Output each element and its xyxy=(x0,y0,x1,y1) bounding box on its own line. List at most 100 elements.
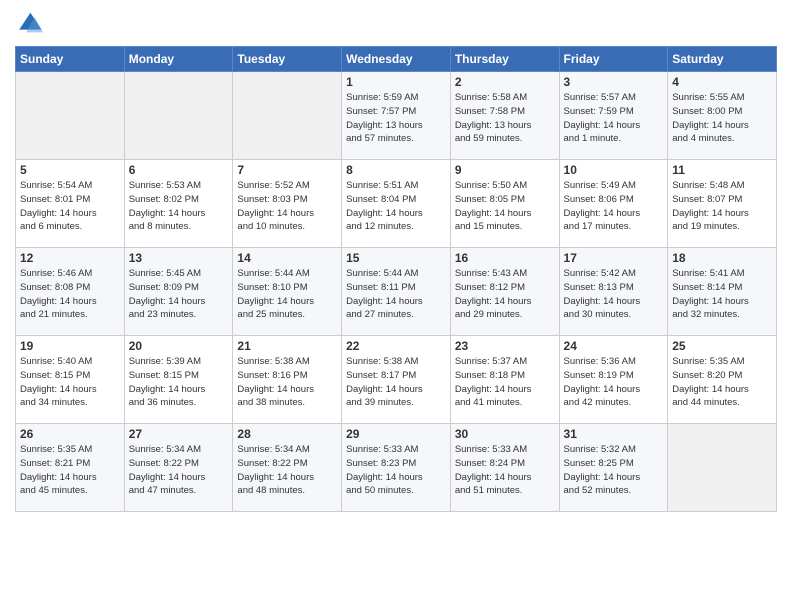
calendar: SundayMondayTuesdayWednesdayThursdayFrid… xyxy=(15,46,777,512)
calendar-cell: 28 Sunrise: 5:34 AM Sunset: 8:22 PM Dayli… xyxy=(233,424,342,512)
calendar-week: 5 Sunrise: 5:54 AM Sunset: 8:01 PM Daylig… xyxy=(16,160,777,248)
calendar-cell xyxy=(124,72,233,160)
calendar-cell: 14 Sunrise: 5:44 AM Sunset: 8:10 PM Dayli… xyxy=(233,248,342,336)
calendar-cell: 20 Sunrise: 5:39 AM Sunset: 8:15 PM Dayli… xyxy=(124,336,233,424)
day-number: 9 xyxy=(455,163,555,177)
day-info: Sunrise: 5:44 AM Sunset: 8:10 PM Dayligh… xyxy=(237,267,337,322)
day-info: Sunrise: 5:45 AM Sunset: 8:09 PM Dayligh… xyxy=(129,267,229,322)
logo xyxy=(15,10,47,38)
day-info: Sunrise: 5:50 AM Sunset: 8:05 PM Dayligh… xyxy=(455,179,555,234)
day-number: 14 xyxy=(237,251,337,265)
day-number: 11 xyxy=(672,163,772,177)
calendar-cell: 2 Sunrise: 5:58 AM Sunset: 7:58 PM Daylig… xyxy=(450,72,559,160)
calendar-cell: 13 Sunrise: 5:45 AM Sunset: 8:09 PM Dayli… xyxy=(124,248,233,336)
weekday-header: Wednesday xyxy=(342,47,451,72)
calendar-week: 19 Sunrise: 5:40 AM Sunset: 8:15 PM Dayli… xyxy=(16,336,777,424)
calendar-week: 1 Sunrise: 5:59 AM Sunset: 7:57 PM Daylig… xyxy=(16,72,777,160)
calendar-week: 12 Sunrise: 5:46 AM Sunset: 8:08 PM Dayli… xyxy=(16,248,777,336)
calendar-cell: 21Sunrise: 5:38 AM Sunset: 8:16 PM Dayli… xyxy=(233,336,342,424)
day-info: Sunrise: 5:57 AM Sunset: 7:59 PM Dayligh… xyxy=(564,91,664,146)
day-info: Sunrise: 5:46 AM Sunset: 8:08 PM Dayligh… xyxy=(20,267,120,322)
calendar-cell: 23 Sunrise: 5:37 AM Sunset: 8:18 PM Dayli… xyxy=(450,336,559,424)
calendar-cell: 18Sunrise: 5:41 AM Sunset: 8:14 PM Dayli… xyxy=(668,248,777,336)
calendar-cell: 12 Sunrise: 5:46 AM Sunset: 8:08 PM Dayli… xyxy=(16,248,125,336)
day-info: Sunrise: 5:35 AM Sunset: 8:20 PM Dayligh… xyxy=(672,355,772,410)
calendar-week: 26 Sunrise: 5:35 AM Sunset: 8:21 PM Dayli… xyxy=(16,424,777,512)
day-info: Sunrise: 5:32 AM Sunset: 8:25 PM Dayligh… xyxy=(564,443,664,498)
weekday-header: Thursday xyxy=(450,47,559,72)
day-number: 5 xyxy=(20,163,120,177)
weekday-header: Sunday xyxy=(16,47,125,72)
day-number: 31 xyxy=(564,427,664,441)
calendar-cell: 8Sunrise: 5:51 AM Sunset: 8:04 PM Daylig… xyxy=(342,160,451,248)
day-number: 6 xyxy=(129,163,229,177)
header xyxy=(15,10,777,38)
calendar-cell: 15 Sunrise: 5:44 AM Sunset: 8:11 PM Dayli… xyxy=(342,248,451,336)
day-number: 17 xyxy=(564,251,664,265)
day-number: 22 xyxy=(346,339,446,353)
day-number: 12 xyxy=(20,251,120,265)
calendar-cell: 7 Sunrise: 5:52 AM Sunset: 8:03 PM Daylig… xyxy=(233,160,342,248)
day-number: 24 xyxy=(564,339,664,353)
day-info: Sunrise: 5:44 AM Sunset: 8:11 PM Dayligh… xyxy=(346,267,446,322)
calendar-cell: 31 Sunrise: 5:32 AM Sunset: 8:25 PM Dayli… xyxy=(559,424,668,512)
day-number: 28 xyxy=(237,427,337,441)
calendar-cell: 9 Sunrise: 5:50 AM Sunset: 8:05 PM Daylig… xyxy=(450,160,559,248)
day-number: 26 xyxy=(20,427,120,441)
day-info: Sunrise: 5:40 AM Sunset: 8:15 PM Dayligh… xyxy=(20,355,120,410)
calendar-cell: 4Sunrise: 5:55 AM Sunset: 8:00 PM Daylig… xyxy=(668,72,777,160)
day-number: 25 xyxy=(672,339,772,353)
day-info: Sunrise: 5:34 AM Sunset: 8:22 PM Dayligh… xyxy=(237,443,337,498)
calendar-cell: 24Sunrise: 5:36 AM Sunset: 8:19 PM Dayli… xyxy=(559,336,668,424)
day-info: Sunrise: 5:49 AM Sunset: 8:06 PM Dayligh… xyxy=(564,179,664,234)
day-number: 7 xyxy=(237,163,337,177)
day-number: 29 xyxy=(346,427,446,441)
calendar-cell: 5 Sunrise: 5:54 AM Sunset: 8:01 PM Daylig… xyxy=(16,160,125,248)
day-info: Sunrise: 5:33 AM Sunset: 8:24 PM Dayligh… xyxy=(455,443,555,498)
day-info: Sunrise: 5:54 AM Sunset: 8:01 PM Dayligh… xyxy=(20,179,120,234)
day-number: 20 xyxy=(129,339,229,353)
weekday-row: SundayMondayTuesdayWednesdayThursdayFrid… xyxy=(16,47,777,72)
day-number: 13 xyxy=(129,251,229,265)
calendar-cell: 16 Sunrise: 5:43 AM Sunset: 8:12 PM Dayli… xyxy=(450,248,559,336)
logo-icon xyxy=(15,10,43,38)
day-info: Sunrise: 5:53 AM Sunset: 8:02 PM Dayligh… xyxy=(129,179,229,234)
day-number: 8 xyxy=(346,163,446,177)
day-number: 1 xyxy=(346,75,446,89)
day-number: 2 xyxy=(455,75,555,89)
day-number: 30 xyxy=(455,427,555,441)
day-info: Sunrise: 5:52 AM Sunset: 8:03 PM Dayligh… xyxy=(237,179,337,234)
day-info: Sunrise: 5:34 AM Sunset: 8:22 PM Dayligh… xyxy=(129,443,229,498)
calendar-cell: 30 Sunrise: 5:33 AM Sunset: 8:24 PM Dayli… xyxy=(450,424,559,512)
weekday-header: Tuesday xyxy=(233,47,342,72)
day-info: Sunrise: 5:58 AM Sunset: 7:58 PM Dayligh… xyxy=(455,91,555,146)
day-info: Sunrise: 5:55 AM Sunset: 8:00 PM Dayligh… xyxy=(672,91,772,146)
day-number: 19 xyxy=(20,339,120,353)
day-info: Sunrise: 5:59 AM Sunset: 7:57 PM Dayligh… xyxy=(346,91,446,146)
day-number: 16 xyxy=(455,251,555,265)
calendar-cell xyxy=(16,72,125,160)
day-number: 23 xyxy=(455,339,555,353)
page: SundayMondayTuesdayWednesdayThursdayFrid… xyxy=(0,0,792,612)
calendar-cell: 1 Sunrise: 5:59 AM Sunset: 7:57 PM Daylig… xyxy=(342,72,451,160)
calendar-cell: 29Sunrise: 5:33 AM Sunset: 8:23 PM Dayli… xyxy=(342,424,451,512)
calendar-cell: 19 Sunrise: 5:40 AM Sunset: 8:15 PM Dayli… xyxy=(16,336,125,424)
day-info: Sunrise: 5:35 AM Sunset: 8:21 PM Dayligh… xyxy=(20,443,120,498)
calendar-cell: 3Sunrise: 5:57 AM Sunset: 7:59 PM Daylig… xyxy=(559,72,668,160)
calendar-cell: 27Sunrise: 5:34 AM Sunset: 8:22 PM Dayli… xyxy=(124,424,233,512)
day-info: Sunrise: 5:39 AM Sunset: 8:15 PM Dayligh… xyxy=(129,355,229,410)
calendar-cell xyxy=(233,72,342,160)
day-number: 18 xyxy=(672,251,772,265)
calendar-cell: 11Sunrise: 5:48 AM Sunset: 8:07 PM Dayli… xyxy=(668,160,777,248)
calendar-cell: 22Sunrise: 5:38 AM Sunset: 8:17 PM Dayli… xyxy=(342,336,451,424)
day-info: Sunrise: 5:43 AM Sunset: 8:12 PM Dayligh… xyxy=(455,267,555,322)
day-info: Sunrise: 5:38 AM Sunset: 8:16 PM Dayligh… xyxy=(237,355,337,410)
calendar-header: SundayMondayTuesdayWednesdayThursdayFrid… xyxy=(16,47,777,72)
day-number: 15 xyxy=(346,251,446,265)
weekday-header: Friday xyxy=(559,47,668,72)
weekday-header: Saturday xyxy=(668,47,777,72)
calendar-cell: 10Sunrise: 5:49 AM Sunset: 8:06 PM Dayli… xyxy=(559,160,668,248)
calendar-cell: 17Sunrise: 5:42 AM Sunset: 8:13 PM Dayli… xyxy=(559,248,668,336)
calendar-cell: 26 Sunrise: 5:35 AM Sunset: 8:21 PM Dayli… xyxy=(16,424,125,512)
day-info: Sunrise: 5:37 AM Sunset: 8:18 PM Dayligh… xyxy=(455,355,555,410)
